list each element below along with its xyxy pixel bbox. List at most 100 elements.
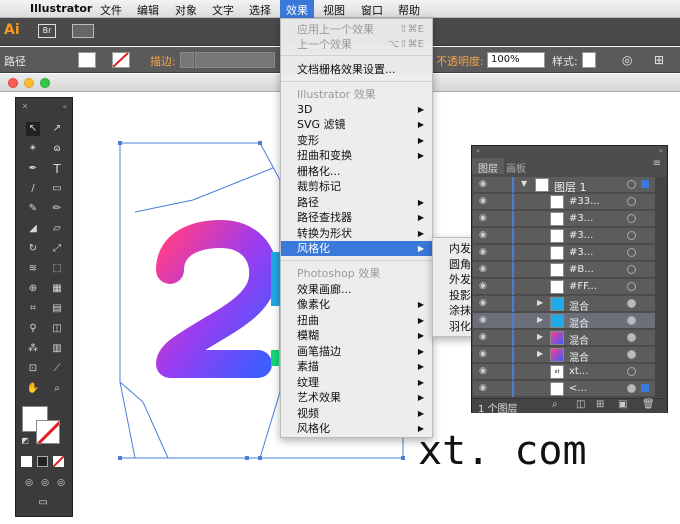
layer-name[interactable]: <... xyxy=(569,383,587,394)
layer-name[interactable]: 混合 xyxy=(569,332,589,347)
menu-object[interactable]: 对象 xyxy=(175,2,197,18)
graphic-style-swatch[interactable] xyxy=(582,52,596,68)
target-icon[interactable] xyxy=(627,214,636,223)
target-icon[interactable] xyxy=(627,248,636,257)
bridge-button[interactable]: Br xyxy=(38,24,56,38)
layer-name[interactable]: #3... xyxy=(569,213,593,224)
layer-name[interactable]: xt... xyxy=(569,366,588,377)
panel-collapse-icon[interactable]: « xyxy=(58,100,72,114)
eye-icon[interactable]: ◉ xyxy=(479,366,487,376)
locate-object-icon[interactable]: ⌕ xyxy=(552,399,558,410)
stroke-swatch[interactable] xyxy=(112,52,130,68)
layer-name[interactable]: #3... xyxy=(569,247,593,258)
eye-icon[interactable]: ◉ xyxy=(479,332,487,342)
free-transform-tool-icon[interactable]: ⬚ xyxy=(50,262,64,276)
menu-help[interactable]: 帮助 xyxy=(398,2,420,18)
type-tool-icon[interactable]: T xyxy=(50,162,64,176)
color-mode-icon[interactable] xyxy=(21,456,32,467)
layer-name[interactable]: #FF... xyxy=(569,281,597,292)
selection-indicator[interactable] xyxy=(641,180,649,188)
new-sublayer-icon[interactable]: ⊞ xyxy=(596,399,604,410)
menu-select[interactable]: 选择 xyxy=(249,2,271,18)
clipping-mask-icon[interactable]: ◫ xyxy=(576,399,585,410)
eye-icon[interactable]: ◉ xyxy=(479,213,487,223)
layer-row[interactable]: ◉ #3... xyxy=(473,245,655,261)
menu-view[interactable]: 视图 xyxy=(323,2,345,18)
expand-triangle-icon[interactable]: ▶ xyxy=(537,332,543,341)
eyedropper-tool-icon[interactable]: ⚲ xyxy=(26,322,40,336)
selection-tool-icon[interactable]: ↖ xyxy=(26,122,40,136)
eye-icon[interactable]: ◉ xyxy=(479,298,487,308)
layer-row[interactable]: ◉ ▶ 混合 xyxy=(473,330,655,347)
expand-triangle-icon[interactable]: ▶ xyxy=(537,349,543,358)
panel-collapse-right-icon[interactable]: » xyxy=(659,147,663,155)
draw-behind-icon[interactable]: ◎ xyxy=(38,476,52,490)
align-icon[interactable]: ⊞ xyxy=(654,53,664,67)
layer-row[interactable]: ◉ ▶ 混合 xyxy=(473,313,655,330)
symbol-sprayer-tool-icon[interactable]: ⁂ xyxy=(26,342,40,356)
layer-row[interactable]: ◉ #3... xyxy=(473,211,655,227)
eye-icon[interactable]: ◉ xyxy=(479,247,487,257)
menu-item-warp[interactable]: 变形 ▶ xyxy=(281,133,432,148)
eye-icon[interactable]: ◉ xyxy=(479,383,487,393)
layer-row[interactable]: ◉ #3... xyxy=(473,228,655,244)
menu-edit[interactable]: 编辑 xyxy=(137,2,159,18)
fill-swatch[interactable] xyxy=(78,52,96,68)
menu-item-artistic[interactable]: 艺术效果 ▶ xyxy=(281,390,432,405)
paintbrush-tool-icon[interactable]: ✎ xyxy=(26,202,40,216)
eye-icon[interactable]: ◉ xyxy=(479,349,487,359)
stroke-weight-stepper[interactable] xyxy=(180,52,194,68)
target-icon[interactable] xyxy=(627,197,636,206)
layers-scrollbar[interactable] xyxy=(655,177,667,397)
menu-item-stylize-illustrator[interactable]: 风格化 ▶ xyxy=(281,241,432,256)
menu-item-convert-to-shape[interactable]: 转换为形状 ▶ xyxy=(281,226,432,241)
eye-icon[interactable]: ◉ xyxy=(479,264,487,274)
artboard-tool-icon[interactable]: ⊡ xyxy=(26,362,40,376)
none-mode-icon[interactable] xyxy=(53,456,64,467)
stroke-label[interactable]: 描边: xyxy=(150,53,176,69)
layer-name[interactable]: 混合 xyxy=(569,298,589,313)
menu-item-path[interactable]: 路径 ▶ xyxy=(281,195,432,210)
target-icon[interactable] xyxy=(627,180,636,189)
opacity-label[interactable]: 不透明度: xyxy=(436,53,484,69)
opacity-input[interactable]: 100% xyxy=(487,52,545,68)
minimize-window-icon[interactable] xyxy=(24,78,34,88)
menu-file[interactable]: 文件 xyxy=(100,2,122,18)
zoom-window-icon[interactable] xyxy=(40,78,50,88)
stroke-color-box[interactable] xyxy=(36,420,60,444)
panel-collapse-icon[interactable]: « xyxy=(476,147,480,155)
delete-layer-icon[interactable]: 🗑 xyxy=(642,399,655,410)
layer-row[interactable]: ◉ ▼ 图层 1 xyxy=(473,177,655,194)
eye-icon[interactable]: ◉ xyxy=(479,281,487,291)
gradient-two-shape[interactable] xyxy=(156,220,278,378)
menu-window[interactable]: 窗口 xyxy=(361,2,383,18)
mesh-tool-icon[interactable]: ⌗ xyxy=(26,302,40,316)
eye-icon[interactable]: ◉ xyxy=(479,315,487,325)
layer-name[interactable]: #33... xyxy=(569,196,600,207)
target-icon[interactable] xyxy=(627,282,636,291)
rectangle-tool-icon[interactable]: ▭ xyxy=(50,182,64,196)
perspective-grid-tool-icon[interactable]: ▦ xyxy=(50,282,64,296)
draw-inside-icon[interactable]: ◎ xyxy=(54,476,68,490)
menu-item-blur[interactable]: 模糊 ▶ xyxy=(281,328,432,343)
menu-effect[interactable]: 效果 xyxy=(280,0,314,18)
pencil-tool-icon[interactable]: ✏ xyxy=(50,202,64,216)
eye-icon[interactable]: ◉ xyxy=(479,179,487,189)
layer-row[interactable]: ◉ #FF... xyxy=(473,279,655,295)
shape-builder-tool-icon[interactable]: ⊕ xyxy=(26,282,40,296)
target-icon[interactable] xyxy=(627,265,636,274)
menu-item-distort[interactable]: 扭曲 ▶ xyxy=(281,313,432,328)
layer-row[interactable]: ◉ ▶ 混合 xyxy=(473,296,655,313)
pen-tool-icon[interactable]: ✒ xyxy=(26,162,40,176)
menu-item-3d[interactable]: 3D ▶ xyxy=(281,102,432,117)
layer-row[interactable]: ◉ #B... xyxy=(473,262,655,278)
target-icon[interactable] xyxy=(627,231,636,240)
expand-triangle-icon[interactable]: ▼ xyxy=(521,179,527,188)
tab-artboards[interactable]: 画板 xyxy=(500,158,532,175)
target-icon[interactable] xyxy=(627,367,636,376)
target-icon[interactable] xyxy=(627,350,636,359)
layer-name[interactable]: 混合 xyxy=(569,315,589,330)
gradient-mode-icon[interactable] xyxy=(37,456,48,467)
scale-tool-icon[interactable]: ⤢ xyxy=(50,242,64,256)
menu-item-pixelate[interactable]: 像素化 ▶ xyxy=(281,297,432,312)
